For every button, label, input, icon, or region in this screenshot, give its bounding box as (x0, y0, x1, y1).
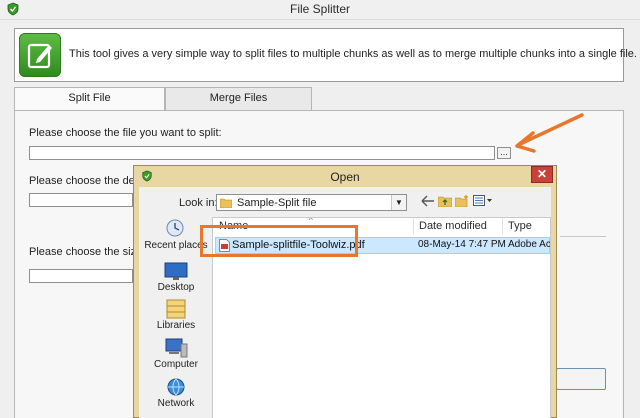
dialog-title: Open (330, 170, 360, 184)
libraries-icon (166, 299, 186, 319)
desktop-icon (164, 262, 188, 280)
window-title: File Splitter (289, 2, 351, 16)
look-in-dropdown[interactable]: Sample-Split file ▼ (216, 194, 407, 211)
close-icon[interactable]: ✕ (531, 166, 553, 183)
dialog-body: Look in: Sample-Split file ▼ Recent plac… (139, 187, 551, 418)
choose-file-label: Please choose the file you want to split… (29, 127, 222, 139)
place-computer[interactable]: Computer (142, 338, 210, 370)
split-action-button[interactable] (556, 368, 606, 390)
chunk-size-input[interactable] (29, 269, 133, 283)
recent-places-icon (166, 219, 184, 237)
column-header-type[interactable]: Type (508, 218, 532, 234)
separator-line (560, 236, 606, 237)
view-menu-icon[interactable] (473, 195, 493, 209)
network-icon (167, 378, 185, 396)
place-label-libraries: Libraries (156, 320, 196, 331)
main-titlebar: File Splitter (0, 0, 640, 20)
column-header-date-modified[interactable]: Date modified (419, 218, 487, 234)
look-in-value: Sample-Split file (237, 197, 317, 209)
file-splitter-logo-icon (19, 33, 61, 77)
new-folder-icon[interactable] (454, 195, 469, 209)
look-in-label: Look in: (179, 197, 218, 209)
tab-split-file[interactable]: Split File (14, 87, 165, 111)
destination-input[interactable] (29, 193, 133, 207)
place-label-computer: Computer (154, 359, 198, 370)
file-type: Adobe Ac (508, 239, 551, 250)
info-panel: This tool gives a very simple way to spl… (14, 28, 637, 82)
up-folder-icon[interactable] (437, 195, 453, 209)
tool-description: This tool gives a very simple way to spl… (69, 48, 637, 60)
dialog-titlebar: Open ✕ (134, 166, 556, 186)
file-path-input[interactable] (29, 146, 495, 160)
column-divider[interactable] (413, 218, 414, 234)
orange-highlight-box (200, 225, 358, 257)
tab-merge-files[interactable]: Merge Files (165, 87, 312, 110)
place-libraries[interactable]: Libraries (142, 299, 210, 331)
file-date-modified: 08-May-14 7:47 PM (418, 239, 506, 250)
place-label-recent: Recent places (144, 240, 208, 251)
folder-icon (220, 198, 232, 208)
back-arrow-icon[interactable] (421, 195, 435, 209)
sort-caret-icon: ^ (309, 217, 313, 225)
orange-annotation-arrow (515, 113, 584, 153)
place-network[interactable]: Network (142, 377, 210, 409)
chevron-down-icon[interactable]: ▼ (391, 195, 406, 210)
open-dialog: Open ✕ Look in: Sample-Split file ▼ Rece… (133, 165, 557, 418)
place-label-network: Network (157, 398, 195, 409)
computer-icon (165, 338, 188, 358)
column-divider[interactable] (502, 218, 503, 234)
place-desktop[interactable]: Desktop (142, 261, 210, 293)
place-label-desktop: Desktop (157, 282, 195, 293)
